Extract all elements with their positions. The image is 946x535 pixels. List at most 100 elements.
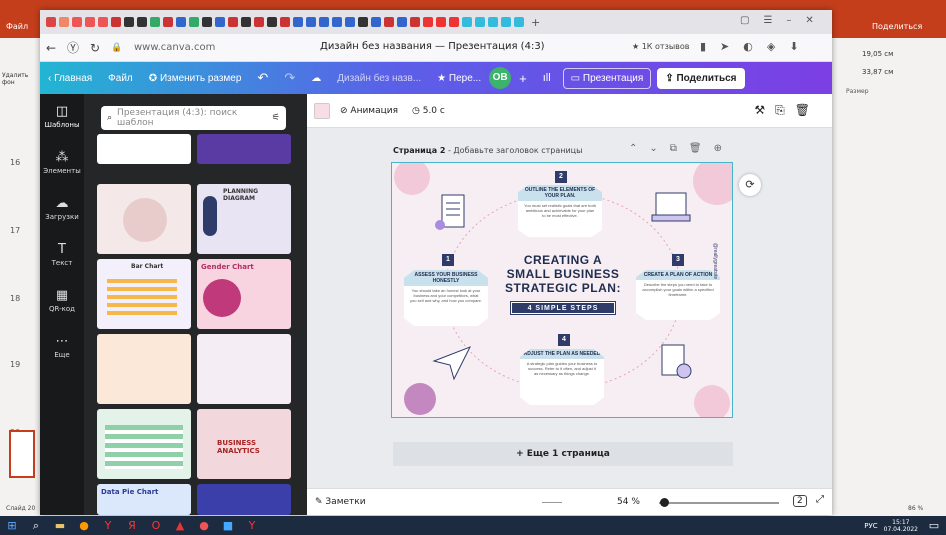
tab-icon[interactable] bbox=[280, 17, 290, 27]
rail-text[interactable]: T Текст bbox=[40, 242, 84, 267]
chevron-down-icon[interactable]: ⌄ bbox=[649, 143, 657, 154]
transfer-button[interactable]: ★ Пере... bbox=[429, 73, 489, 84]
reviews-button[interactable]: ★ 1К отзывов bbox=[632, 42, 689, 51]
background-color-swatch[interactable] bbox=[314, 102, 330, 119]
template-thumb[interactable] bbox=[97, 409, 191, 479]
undo-icon[interactable]: ↶ bbox=[249, 70, 276, 86]
tab-icon[interactable] bbox=[462, 17, 472, 27]
tab-icon[interactable] bbox=[410, 17, 420, 27]
ppt-delete-bg[interactable]: Удалить фон bbox=[2, 72, 38, 86]
page-title-hint[interactable]: - Добавьте заголовок страницы bbox=[448, 146, 582, 155]
ppt-share-label[interactable]: Поделиться bbox=[872, 22, 922, 31]
search-icon[interactable]: ⌕ bbox=[24, 519, 48, 533]
tab-icon[interactable] bbox=[72, 17, 82, 27]
chevron-up-icon[interactable]: ⌃ bbox=[629, 143, 637, 154]
opera-icon[interactable]: O bbox=[144, 519, 168, 532]
zoom-slider[interactable] bbox=[659, 502, 779, 504]
zoom-slider-thumb[interactable] bbox=[660, 498, 669, 507]
tab-icon[interactable] bbox=[137, 17, 147, 27]
new-tab-icon[interactable]: + bbox=[531, 16, 540, 29]
tab-icon[interactable] bbox=[98, 17, 108, 27]
tab-icon[interactable] bbox=[241, 17, 251, 27]
slide-canvas[interactable]: OUTLINE THE ELEMENTS OF YOUR PLAN. You m… bbox=[391, 162, 733, 418]
search-input[interactable]: ⌕ Презентация (4:3): поиск шаблон ⚟ bbox=[101, 106, 286, 130]
back-icon[interactable]: ← bbox=[40, 41, 62, 55]
present-button[interactable]: ▭ Презентация bbox=[562, 67, 652, 89]
rail-elements[interactable]: ⁂ Элементы bbox=[40, 150, 84, 175]
add-collaborator-icon[interactable]: + bbox=[511, 71, 535, 86]
notifications-icon[interactable]: ▭ bbox=[922, 519, 946, 532]
tab-icon[interactable] bbox=[59, 17, 69, 27]
share-button[interactable]: ⇪ Поделиться bbox=[657, 67, 745, 89]
tab-icon[interactable] bbox=[111, 17, 121, 27]
yandex-icon[interactable]: Y bbox=[240, 519, 264, 532]
browser-actions-icon[interactable]: ▮➤◐◈⬇ bbox=[700, 40, 813, 53]
tab-icon[interactable] bbox=[475, 17, 485, 27]
zoom-value[interactable]: 54 % bbox=[617, 497, 640, 507]
tab-icon[interactable] bbox=[124, 17, 134, 27]
tab-icon[interactable] bbox=[436, 17, 446, 27]
yandex-icon[interactable]: Ⓨ bbox=[62, 39, 84, 56]
ppt-file-tab[interactable]: Файл bbox=[6, 22, 28, 31]
app-icon[interactable]: ■ bbox=[216, 519, 240, 532]
tab-icon[interactable] bbox=[46, 17, 56, 27]
tab-icon[interactable] bbox=[345, 17, 355, 27]
tab-icon[interactable] bbox=[397, 17, 407, 27]
app-icon[interactable]: ● bbox=[192, 519, 216, 532]
tab-icon[interactable] bbox=[228, 17, 238, 27]
tab-icon[interactable] bbox=[423, 17, 433, 27]
tab-icon[interactable] bbox=[501, 17, 511, 27]
yandex-browser-icon[interactable]: Я bbox=[120, 519, 144, 532]
tab-icon[interactable] bbox=[332, 17, 342, 27]
reload-icon[interactable]: ↻ bbox=[84, 41, 106, 55]
template-thumb[interactable]: Bar Chart bbox=[97, 259, 191, 329]
windows-start-icon[interactable]: ⊞ bbox=[0, 519, 24, 532]
tab-icon[interactable] bbox=[150, 17, 160, 27]
insights-icon[interactable]: ıll bbox=[535, 72, 559, 84]
template-thumb[interactable] bbox=[197, 134, 291, 164]
ppt-width[interactable]: 19,05 см bbox=[862, 50, 893, 58]
design-name[interactable]: Дизайн без назв... bbox=[329, 73, 429, 84]
add-page-button[interactable]: + Еще 1 страница bbox=[393, 442, 733, 466]
tab-icon[interactable] bbox=[163, 17, 173, 27]
tab-icon[interactable] bbox=[319, 17, 329, 27]
template-thumb[interactable] bbox=[97, 184, 191, 254]
window-controls-icon[interactable]: ▢☰–✕ bbox=[740, 15, 828, 26]
active-slide-thumb[interactable] bbox=[9, 430, 35, 478]
tab-icon[interactable] bbox=[176, 17, 186, 27]
tab-icon[interactable] bbox=[267, 17, 277, 27]
yandex-icon[interactable]: Y bbox=[96, 519, 120, 532]
trash-icon[interactable]: 🗑 bbox=[689, 143, 702, 154]
template-thumb[interactable]: Data Pie Chart bbox=[97, 484, 191, 515]
tab-icon[interactable] bbox=[306, 17, 316, 27]
template-thumb[interactable] bbox=[197, 334, 291, 404]
firefox-icon[interactable]: ● bbox=[72, 519, 96, 532]
explorer-icon[interactable]: ▬ bbox=[48, 519, 72, 532]
notes-button[interactable]: ✎ Заметки bbox=[315, 497, 366, 507]
refresh-icon[interactable]: ⟳ bbox=[739, 174, 761, 196]
toolbar-actions-icon[interactable]: ⚒⎘🗑 bbox=[754, 103, 820, 118]
fullscreen-icon[interactable]: ⤢ bbox=[816, 494, 824, 505]
tab-icon[interactable] bbox=[449, 17, 459, 27]
redo-icon[interactable]: ↷ bbox=[276, 70, 303, 86]
tab-icon[interactable] bbox=[85, 17, 95, 27]
template-thumb[interactable] bbox=[97, 334, 191, 404]
add-page-icon[interactable]: ⊕ bbox=[714, 143, 722, 154]
duration-button[interactable]: ◷ 5.0 с bbox=[412, 106, 445, 116]
rail-more[interactable]: ⋯ Еще bbox=[40, 334, 84, 359]
animation-button[interactable]: ⊘ Анимация bbox=[340, 106, 398, 116]
page-count[interactable]: 2 bbox=[793, 495, 807, 507]
url-text[interactable]: www.canva.com bbox=[134, 42, 215, 53]
rail-uploads[interactable]: ☁ Загрузки bbox=[40, 196, 84, 221]
template-thumb[interactable]: Gender Chart bbox=[197, 259, 291, 329]
tab-icon[interactable] bbox=[293, 17, 303, 27]
tab-icon[interactable] bbox=[358, 17, 368, 27]
tab-icon[interactable] bbox=[371, 17, 381, 27]
tab-icon[interactable] bbox=[488, 17, 498, 27]
home-button[interactable]: ‹ Главная bbox=[40, 73, 100, 84]
tab-icon[interactable] bbox=[514, 17, 524, 27]
tray-clock[interactable]: 15:17 07.04.2022 bbox=[884, 519, 918, 533]
resize-button[interactable]: ✪ Изменить размер bbox=[141, 73, 250, 84]
file-menu[interactable]: Файл bbox=[100, 73, 141, 84]
avatar[interactable]: OB bbox=[489, 67, 512, 89]
